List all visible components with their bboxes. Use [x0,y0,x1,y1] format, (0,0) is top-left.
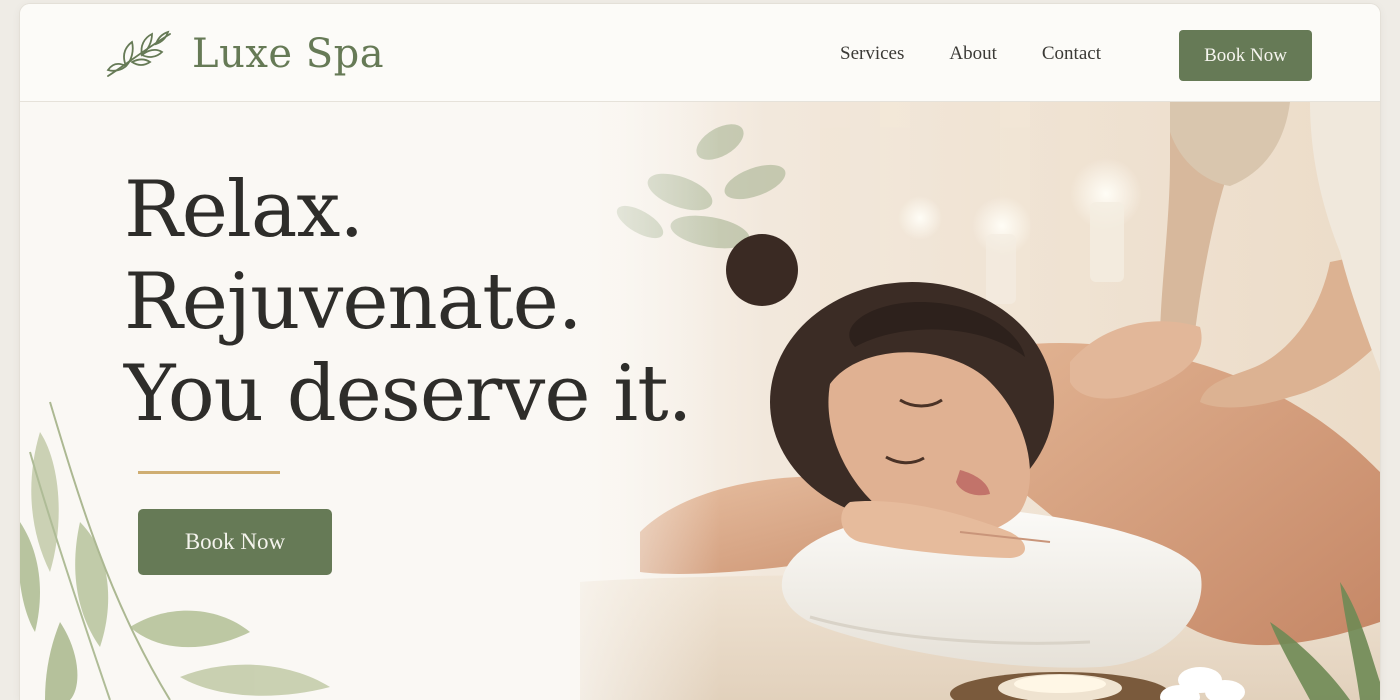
nav-link-contact[interactable]: Contact [1042,43,1101,65]
accent-divider [138,471,280,474]
main-nav: Services About Contact [840,4,1101,104]
site-header: Luxe Spa Services About Contact Book Now [20,4,1380,102]
nav-link-services[interactable]: Services [840,43,904,65]
headline-line-2: Rejuvenate. [124,257,583,347]
hero-section: Relax. Rejuvenate. You deserve it. Book … [20,102,1380,700]
browser-page: Luxe Spa Services About Contact Book Now [20,4,1380,700]
nav-link-about[interactable]: About [949,43,997,65]
leaf-branch-icon [106,30,171,77]
headline-line-1: Relax. [124,165,364,255]
logo[interactable]: Luxe Spa [104,26,384,82]
headline-line-3: You deserve it. [124,349,692,439]
logo-text: Luxe Spa [192,31,385,77]
hero-book-now-button[interactable]: Book Now [138,509,332,575]
hero-headline: Relax. Rejuvenate. You deserve it. [124,164,692,440]
header-book-now-button[interactable]: Book Now [1179,30,1312,81]
